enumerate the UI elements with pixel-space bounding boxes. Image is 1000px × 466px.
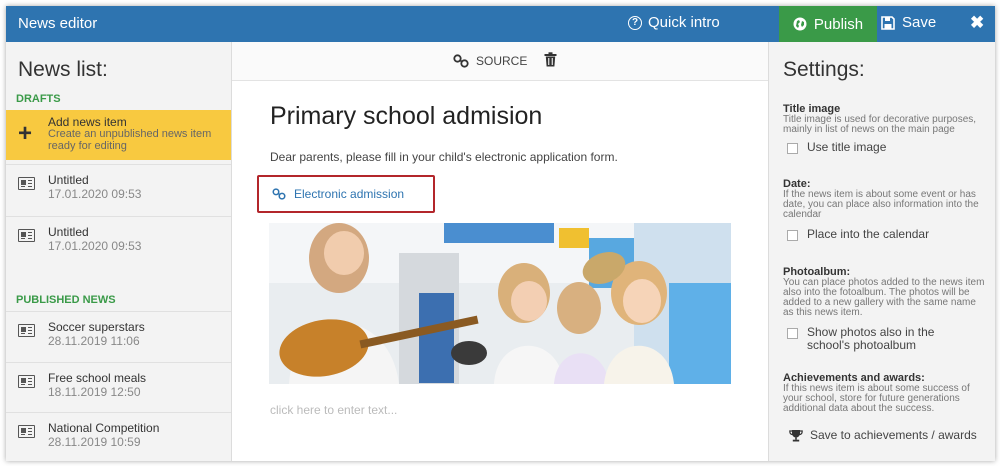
text-placeholder[interactable]: click here to enter text...	[270, 403, 397, 417]
published-label: PUBLISHED NEWS	[16, 294, 116, 306]
source-button[interactable]: SOURCE	[453, 54, 527, 68]
article-photo[interactable]	[269, 223, 731, 384]
close-icon[interactable]: ✖	[970, 13, 984, 33]
save-to-achievements-button[interactable]: Save to achievements / awards	[789, 428, 977, 442]
newspaper-icon	[18, 324, 35, 337]
news-item-title: Soccer superstars	[48, 320, 145, 334]
globe-icon	[793, 17, 807, 31]
link-icon	[453, 54, 469, 68]
published-item[interactable]: Free school meals 18.11.2019 12:50	[6, 362, 231, 412]
news-list-panel: News list: DRAFTS + Add news item Create…	[6, 42, 232, 461]
news-editor-window: News editor ? Quick intro Publish Save ✖…	[6, 6, 995, 461]
checkbox[interactable]	[787, 230, 798, 241]
save-button[interactable]: Save	[881, 14, 936, 31]
checkbox[interactable]	[787, 143, 798, 154]
help-icon: ?	[628, 15, 642, 30]
newspaper-icon	[18, 375, 35, 388]
news-item-title: National Competition	[48, 421, 160, 435]
published-item[interactable]: National Competition 28.11.2019 10:59	[6, 412, 231, 461]
app-title: News editor	[18, 15, 98, 32]
draft-item[interactable]: Untitled 17.01.2020 09:53	[6, 164, 231, 214]
checkbox[interactable]	[787, 328, 798, 339]
publish-label: Publish	[813, 15, 864, 33]
photoalbum-description: You can place photos added to the news i…	[783, 277, 985, 318]
news-list-title: News list:	[18, 58, 108, 81]
link-icon	[272, 188, 286, 200]
date-description: If the news item is about some event or …	[783, 189, 979, 220]
trash-icon[interactable]	[544, 52, 557, 72]
achievements-label: Save to achievements / awards	[810, 428, 977, 442]
news-item-title: Untitled	[48, 173, 89, 187]
add-item-title: Add news item	[48, 115, 127, 129]
checkbox-label: Place into the calendar	[807, 227, 930, 241]
floppy-icon	[881, 15, 895, 30]
editor-toolbar: SOURCE	[232, 42, 768, 81]
news-item-date: 28.11.2019 11:06	[48, 334, 140, 348]
published-item[interactable]: Soccer superstars 28.11.2019 11:06	[6, 311, 231, 361]
place-into-calendar-checkbox[interactable]: Place into the calendar	[787, 228, 977, 241]
news-item-title: Untitled	[48, 225, 89, 239]
title-image-description: Title image is used for decorative purpo…	[783, 114, 977, 135]
save-label: Save	[902, 14, 937, 31]
draft-item[interactable]: Untitled 17.01.2020 09:53	[6, 216, 231, 266]
newspaper-icon	[18, 177, 35, 190]
quick-intro-button[interactable]: ? Quick intro	[628, 14, 720, 31]
electronic-admission-link[interactable]: Electronic admission	[272, 187, 404, 201]
settings-panel: Settings: Title image Title image is use…	[768, 42, 995, 461]
quick-intro-label: Quick intro	[648, 14, 720, 31]
use-title-image-checkbox[interactable]: Use title image	[787, 141, 977, 154]
news-item-date: 28.11.2019 10:59	[48, 435, 141, 449]
drafts-label: DRAFTS	[16, 93, 61, 105]
news-item-date: 17.01.2020 09:53	[48, 239, 142, 253]
newspaper-icon	[18, 229, 35, 242]
achievements-description: If this news item is about some success …	[783, 383, 970, 414]
link-label: Electronic admission	[294, 187, 405, 201]
settings-title: Settings:	[783, 58, 865, 81]
article-text[interactable]: Dear parents, please fill in your child'…	[270, 150, 618, 164]
newspaper-icon	[18, 425, 35, 438]
checkbox-label: Show photos also in the school's photoal…	[807, 325, 935, 352]
photoalbum-checkbox[interactable]: Show photos also in the school's photoal…	[787, 326, 977, 352]
add-item-description: Create an unpublished news item ready fo…	[48, 128, 212, 152]
trophy-icon	[789, 429, 803, 441]
source-label: SOURCE	[476, 54, 528, 68]
add-news-item-button[interactable]: + Add news item Create an unpublished ne…	[6, 110, 231, 160]
plus-icon: +	[18, 120, 33, 147]
news-item-date: 18.11.2019 12:50	[48, 385, 141, 399]
top-bar: News editor ? Quick intro Publish Save ✖	[6, 6, 995, 42]
checkbox-label: Use title image	[807, 140, 887, 154]
publish-button[interactable]: Publish	[779, 6, 877, 42]
editor-panel: SOURCE Primary school admision Dear pare…	[232, 42, 768, 461]
news-item-title: Free school meals	[48, 371, 147, 385]
article-title[interactable]: Primary school admision	[270, 102, 542, 131]
news-item-date: 17.01.2020 09:53	[48, 187, 142, 201]
